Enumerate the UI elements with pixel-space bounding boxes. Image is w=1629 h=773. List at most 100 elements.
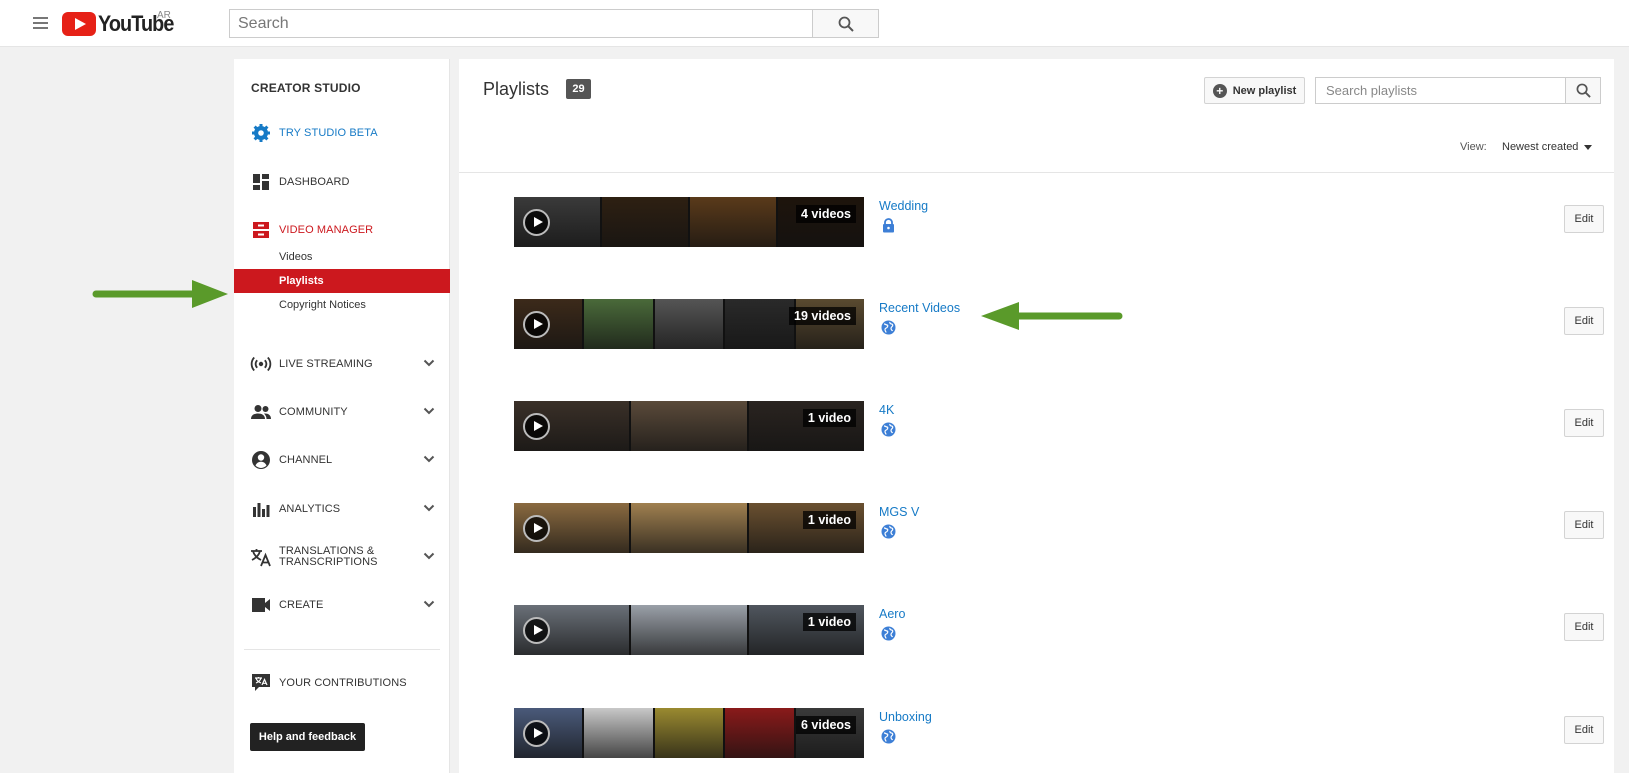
play-icon[interactable] [523, 515, 550, 542]
edit-playlist-button[interactable]: Edit [1564, 409, 1604, 437]
chevron-down-icon[interactable] [423, 407, 435, 415]
play-icon[interactable] [523, 413, 550, 440]
video-manager-icon [250, 219, 272, 241]
sidebar-item-translations[interactable]: TRANSLATIONS & TRANSCRIPTIONS [234, 540, 450, 574]
annotation-arrow-recent-videos [981, 302, 1123, 330]
globe-icon [880, 728, 896, 744]
play-icon[interactable] [523, 209, 550, 236]
sidebar-item-label: DASHBOARD [279, 176, 350, 188]
chevron-down-icon[interactable] [423, 504, 435, 512]
video-count-label: 1 video [802, 511, 856, 529]
thumbnail-frame [723, 708, 794, 758]
translate-icon [250, 546, 272, 568]
new-playlist-label: New playlist [1232, 84, 1297, 97]
sidebar-subitem-playlists[interactable]: Playlists [234, 269, 450, 293]
chevron-down-icon[interactable] [423, 455, 435, 463]
playlist-thumbnail[interactable]: 1 video [514, 401, 864, 451]
edit-playlist-button[interactable]: Edit [1564, 511, 1604, 539]
region-label: AR [157, 10, 171, 21]
thumbnail-frame [652, 299, 724, 349]
sidebar-item-try-studio-beta[interactable]: TRY STUDIO BETA [234, 116, 450, 150]
annotation-arrow-playlists [92, 280, 228, 308]
edit-playlist-button[interactable]: Edit [1564, 205, 1604, 233]
playlist-thumbnail[interactable]: 6 videos [514, 708, 864, 758]
video-count-label: 6 videos [795, 716, 856, 734]
edit-playlist-button[interactable]: Edit [1564, 613, 1604, 641]
globe-icon [880, 625, 896, 641]
video-count-label: 4 videos [795, 205, 856, 223]
thumbnail-frame [629, 503, 747, 553]
chevron-down-icon[interactable] [423, 600, 435, 608]
thumbnail-frame [629, 401, 747, 451]
view-sort-dropdown[interactable]: Newest created [1502, 138, 1593, 156]
youtube-play-icon [62, 11, 96, 36]
playlist-title-link[interactable]: Unboxing [879, 710, 932, 724]
playlist-title-link[interactable]: Recent Videos [879, 301, 960, 315]
view-label: View: [1460, 141, 1487, 153]
chevron-down-icon[interactable] [423, 359, 435, 367]
playlist-title-link[interactable]: Aero [879, 607, 905, 621]
sidebar-item-your-contributions[interactable]: YOUR CONTRIBUTIONS [234, 666, 450, 700]
sidebar-item-live-streaming[interactable]: LIVE STREAMING [234, 347, 450, 381]
playlist-thumbnail[interactable]: 1 video [514, 503, 864, 553]
playlist-count-badge: 29 [566, 79, 591, 99]
thumbnail-frame [582, 708, 653, 758]
header-divider [459, 172, 1614, 173]
sidebar-item-label: CHANNEL [279, 454, 333, 466]
playlist-row: 4 videos Wedding Edit [459, 197, 1614, 247]
edit-playlist-button[interactable]: Edit [1564, 307, 1604, 335]
thumbnail-frame [582, 299, 653, 349]
search-icon [838, 16, 854, 32]
page-title: Playlists [483, 79, 550, 99]
sidebar-item-create[interactable]: CREATE [234, 588, 450, 622]
playlist-title-link[interactable]: 4K [879, 403, 894, 417]
camera-icon [250, 594, 272, 616]
video-count-label: 19 videos [789, 307, 856, 325]
sidebar-item-label: VIDEO MANAGER [279, 224, 374, 236]
sidebar-item-video-manager[interactable]: VIDEO MANAGER [234, 213, 450, 247]
playlists-panel: Playlists 29 + New playlist View: Newest… [459, 59, 1614, 773]
playlist-thumbnail[interactable]: 4 videos [514, 197, 864, 247]
edit-playlist-button[interactable]: Edit [1564, 716, 1604, 744]
thumbnail-frame [652, 708, 724, 758]
sidebar-subitem-label: Videos [279, 251, 313, 263]
help-and-feedback-button[interactable]: Help and feedback [250, 723, 365, 751]
dashboard-icon [250, 171, 272, 193]
sidebar-subitem-videos[interactable]: Videos [234, 245, 450, 269]
menu-icon[interactable] [33, 17, 48, 29]
play-icon[interactable] [523, 720, 550, 747]
view-sort-value: Newest created [1502, 141, 1579, 153]
sidebar-title: CREATOR STUDIO [251, 81, 361, 95]
playlist-title-link[interactable]: Wedding [879, 199, 928, 213]
playlist-row: 1 video MGS V Edit [459, 503, 1614, 553]
sidebar-item-analytics[interactable]: ANALYTICS [234, 492, 450, 526]
top-bar: YouTube AR [0, 0, 1629, 47]
chevron-down-icon[interactable] [423, 552, 435, 560]
sidebar-subitem-copyright-notices[interactable]: Copyright Notices [234, 293, 450, 317]
globe-icon [880, 523, 896, 539]
search-playlists-button[interactable] [1566, 77, 1601, 104]
playlist-thumbnail[interactable]: 1 video [514, 605, 864, 655]
contributions-icon [250, 672, 272, 694]
sidebar-item-community[interactable]: COMMUNITY [234, 395, 450, 429]
new-playlist-button[interactable]: + New playlist [1204, 77, 1305, 104]
search-input[interactable] [229, 9, 812, 38]
sidebar-item-dashboard[interactable]: DASHBOARD [234, 165, 450, 199]
plus-icon: + [1212, 83, 1227, 98]
sidebar-divider [244, 649, 440, 650]
playlist-thumbnail[interactable]: 19 videos [514, 299, 864, 349]
globe-icon [880, 421, 896, 437]
play-icon[interactable] [523, 311, 550, 338]
live-streaming-icon [250, 353, 272, 375]
community-icon [250, 401, 272, 423]
search-button[interactable] [812, 9, 879, 38]
video-count-label: 1 video [802, 409, 856, 427]
playlist-title-link[interactable]: MGS V [879, 505, 919, 519]
sidebar-item-label: TRANSLATIONS & TRANSCRIPTIONS [279, 546, 378, 568]
search-playlists-input[interactable] [1315, 77, 1566, 104]
translations-line-2: TRANSCRIPTIONS [279, 556, 378, 568]
thumbnail-frame [688, 197, 776, 247]
play-icon[interactable] [523, 617, 550, 644]
sidebar-item-channel[interactable]: CHANNEL [234, 443, 450, 477]
analytics-icon [250, 498, 272, 520]
